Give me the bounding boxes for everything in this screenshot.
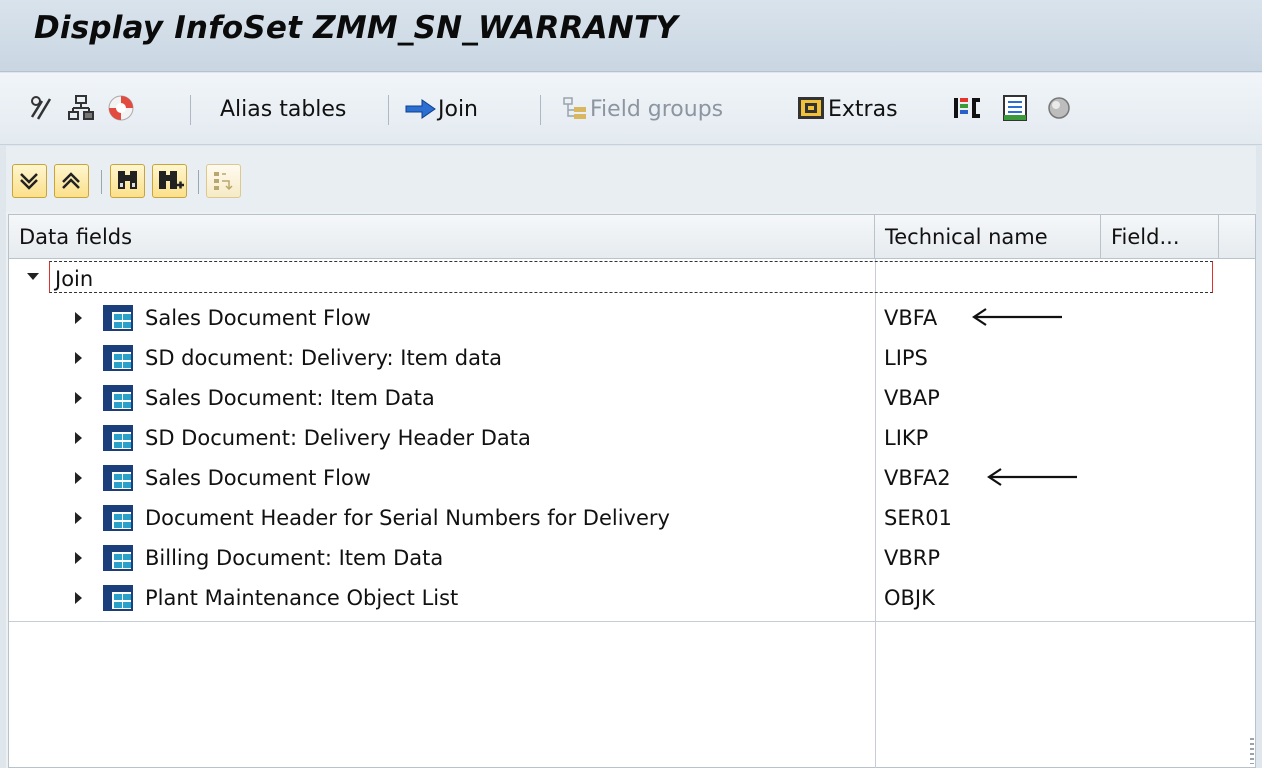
find-next-icon [159,171,184,189]
collapsed-triangle-icon[interactable] [75,352,82,364]
table-icon [103,465,133,491]
find-icon [118,171,137,189]
field-groups-button[interactable]: Field groups [562,73,723,145]
list-icon[interactable] [1000,93,1030,123]
technical-name: VBRP [884,546,941,570]
column-header-data-fields[interactable]: Data fields [9,215,875,259]
extras-icon [798,97,824,119]
table-row[interactable]: Plant Maintenance Object List OBJK [9,579,1255,619]
resize-grip[interactable] [1250,738,1254,764]
technical-name: LIPS [884,346,928,370]
collapse-all-icon [62,172,80,189]
infoset-panel: Data fields Technical name Field... Join… [6,146,1256,768]
table-icon [103,385,133,411]
table-icon [103,345,133,371]
table-description: Sales Document Flow [145,466,371,490]
collapsed-triangle-icon[interactable] [75,512,82,524]
technical-name: SER01 [884,506,952,530]
table-icon [103,425,133,451]
table-icon [103,305,133,331]
field-groups-icon [563,97,586,119]
expanded-triangle-icon[interactable] [27,273,39,280]
tree-toolbar [6,146,1256,212]
collapsed-triangle-icon[interactable] [75,552,82,564]
window-title: Display InfoSet ZMM_SN_WARRANTY [34,10,678,46]
arrow-right-icon [405,99,436,119]
status-light-icon[interactable] [1044,93,1074,123]
technical-name: VBFA2 [884,466,951,490]
table-row[interactable]: Billing Document: Item Data VBRP [9,539,1255,579]
table-row[interactable]: Sales Document Flow VBFA [9,299,1255,339]
alias-tables-label: Alias tables [220,96,347,122]
toolbar-separator [190,95,191,125]
color-legend-icon[interactable] [952,93,982,123]
table-row[interactable]: SD document: Delivery: Item data LIPS [9,339,1255,379]
annotation-arrow-icon [972,308,1062,326]
column-header-field[interactable]: Field... [1101,215,1219,259]
extras-label: Extras [828,96,898,122]
collapsed-triangle-icon[interactable] [75,592,82,604]
join-button[interactable]: Join [404,73,478,145]
sort-icon [214,172,233,191]
grid-header: Data fields Technical name Field... [9,215,1255,259]
data-fields-tree: Data fields Technical name Field... Join… [8,214,1256,768]
column-header-technical-name[interactable]: Technical name [875,215,1101,259]
collapse-all-button[interactable] [54,164,89,198]
table-icon [103,585,133,611]
table-row[interactable]: Sales Document: Item Data VBAP [9,379,1255,419]
technical-name: VBAP [884,386,940,410]
tree-node-join[interactable]: Join [9,259,1255,299]
collapsed-triangle-icon[interactable] [75,392,82,404]
join-label: Join [438,96,479,122]
collapsed-triangle-icon[interactable] [75,312,82,324]
table-row[interactable]: SD Document: Delivery Header Data LIKP [9,419,1255,459]
toolbar-separator [540,95,541,125]
table-icon [103,505,133,531]
focus-rectangle [49,261,1213,293]
sort-button[interactable] [206,164,241,198]
table-description: SD document: Delivery: Item data [145,346,503,370]
expand-all-icon [20,173,38,190]
toolbar-separator [388,95,389,125]
field-groups-label: Field groups [590,96,724,122]
table-icon [103,545,133,571]
find-button[interactable] [110,164,145,198]
extras-button[interactable]: Extras [796,73,898,145]
table-row[interactable]: Document Header for Serial Numbers for D… [9,499,1255,539]
tree-node-join-label: Join [55,267,94,291]
table-description: Billing Document: Item Data [145,546,444,570]
technical-name: LIKP [884,426,929,450]
table-description: Sales Document Flow [145,306,371,330]
table-row[interactable]: Sales Document Flow VBFA2 [9,459,1255,499]
expand-all-button[interactable] [12,164,47,198]
toolbar-separator [198,170,199,194]
collapsed-triangle-icon[interactable] [75,432,82,444]
table-description: Document Header for Serial Numbers for D… [145,506,670,530]
row-divider [9,621,1255,622]
toolbar-separator [101,170,102,194]
structure-icon[interactable] [66,93,96,123]
alias-tables-button[interactable]: Alias tables [220,73,346,145]
technical-name: VBFA [884,306,938,330]
collapsed-triangle-icon[interactable] [75,472,82,484]
edit-icon[interactable] [28,93,58,123]
table-description: Sales Document: Item Data [145,386,435,410]
title-bar: Display InfoSet ZMM_SN_WARRANTY [0,0,1262,72]
application-toolbar: Alias tables Join Field groups Extras [0,73,1262,145]
technical-name: OBJK [884,586,935,610]
find-next-button[interactable] [152,164,187,198]
table-description: SD Document: Delivery Header Data [145,426,531,450]
annotation-arrow-icon [987,468,1077,486]
table-description: Plant Maintenance Object List [145,586,459,610]
lifebuoy-icon[interactable] [106,93,136,123]
